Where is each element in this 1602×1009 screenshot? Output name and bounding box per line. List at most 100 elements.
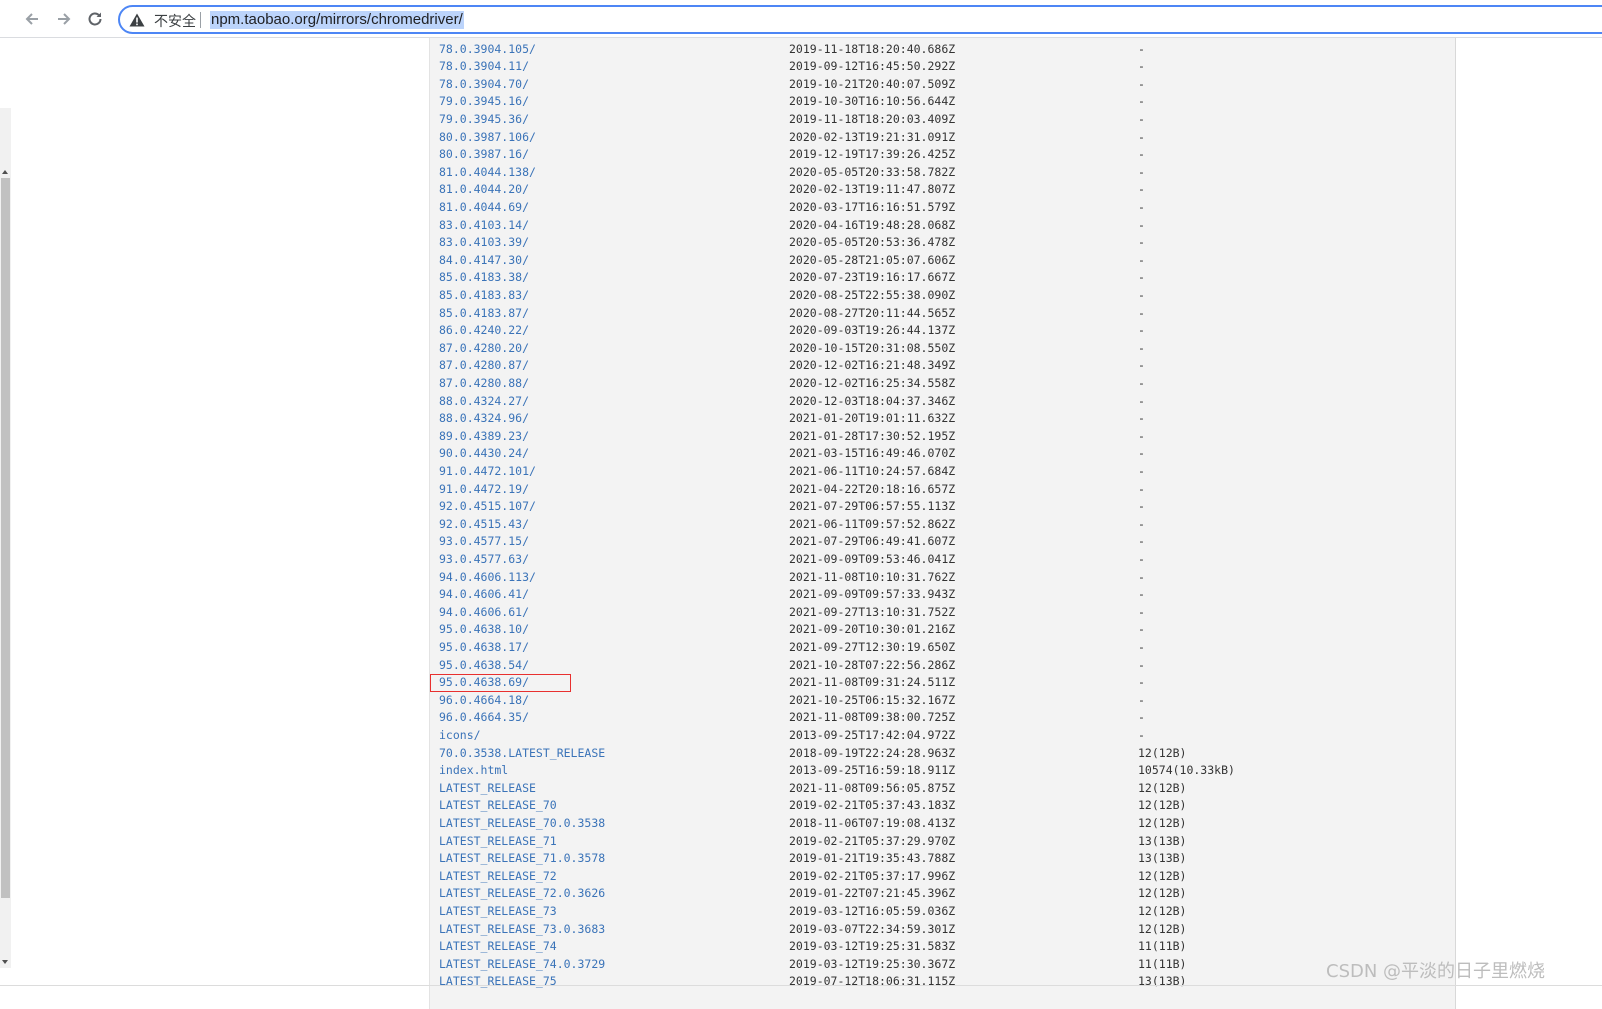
table-row: LATEST_RELEASE_75 2019-07-12T18:06:31.115… bbox=[430, 973, 1455, 991]
forward-button[interactable] bbox=[51, 6, 77, 32]
security-label[interactable]: 不安全 bbox=[154, 11, 196, 31]
file-link[interactable]: LATEST_RELEASE_70 bbox=[439, 797, 557, 815]
file-link[interactable]: 70.0.3538.LATEST_RELEASE bbox=[439, 745, 605, 763]
scrollbar[interactable] bbox=[0, 108, 11, 968]
back-button[interactable] bbox=[19, 6, 45, 32]
modified-date: 2020-03-17T16:16:51.579Z bbox=[789, 199, 956, 214]
file-link[interactable]: 78.0.3904.11/ bbox=[439, 58, 529, 76]
reload-icon bbox=[88, 12, 102, 26]
table-row: 79.0.3945.36/2019-11-18T18:20:03.409Z - bbox=[430, 111, 1455, 129]
file-size: - bbox=[1138, 393, 1145, 408]
file-link[interactable]: 89.0.4389.23/ bbox=[439, 428, 529, 446]
address-bar[interactable]: 不安全 npm.taobao.org/mirrors/chromedriver/ bbox=[118, 5, 1602, 34]
warning-icon[interactable] bbox=[129, 13, 145, 27]
file-link[interactable]: 95.0.4638.17/ bbox=[439, 639, 529, 657]
table-row: 95.0.4638.17/2021-09-27T12:30:19.650Z - bbox=[430, 639, 1455, 657]
scroll-up-arrow-icon[interactable] bbox=[2, 170, 8, 174]
table-row: 84.0.4147.30/2020-05-28T21:05:07.606Z - bbox=[430, 252, 1455, 270]
file-link[interactable]: 83.0.4103.39/ bbox=[439, 234, 529, 252]
file-link[interactable]: 85.0.4183.38/ bbox=[439, 269, 529, 287]
table-row: 78.0.3904.11/2019-09-12T16:45:50.292Z - bbox=[430, 58, 1455, 76]
file-link[interactable]: LATEST_RELEASE_70.0.3538 bbox=[439, 815, 605, 833]
table-row: LATEST_RELEASE_72.0.3626 2019-01-22T07:21… bbox=[430, 885, 1455, 903]
file-size: - bbox=[1138, 111, 1145, 126]
file-link[interactable]: 78.0.3904.105/ bbox=[439, 41, 536, 59]
file-link[interactable]: 88.0.4324.27/ bbox=[439, 393, 529, 411]
table-row: 78.0.3904.70/2019-10-21T20:40:07.509Z - bbox=[430, 76, 1455, 94]
file-size: - bbox=[1138, 182, 1145, 197]
file-link[interactable]: LATEST_RELEASE_75 bbox=[439, 973, 557, 991]
file-size: - bbox=[1138, 147, 1145, 162]
file-link[interactable]: LATEST_RELEASE_72 bbox=[439, 868, 557, 886]
file-link[interactable]: 91.0.4472.19/ bbox=[439, 481, 529, 499]
file-link[interactable]: 78.0.3904.70/ bbox=[439, 76, 529, 94]
table-row: 70.0.3538.LATEST_RELEASE 2018-09-19T22:24… bbox=[430, 745, 1455, 763]
file-link[interactable]: LATEST_RELEASE_73 bbox=[439, 903, 557, 921]
file-link[interactable]: 87.0.4280.87/ bbox=[439, 357, 529, 375]
file-link[interactable]: LATEST_RELEASE_73.0.3683 bbox=[439, 921, 605, 939]
modified-date: 2021-11-08T09:56:05.875Z bbox=[789, 780, 956, 795]
file-size: - bbox=[1138, 199, 1145, 214]
modified-date: 2021-11-08T10:10:31.762Z bbox=[789, 569, 956, 584]
file-link[interactable]: 93.0.4577.63/ bbox=[439, 551, 529, 569]
file-link[interactable]: index.html bbox=[439, 762, 508, 780]
file-link[interactable]: 85.0.4183.83/ bbox=[439, 287, 529, 305]
scrollbar-thumb[interactable] bbox=[1, 178, 10, 898]
reload-button[interactable] bbox=[82, 6, 108, 32]
file-link[interactable]: LATEST_RELEASE bbox=[439, 780, 536, 798]
file-link[interactable]: 91.0.4472.101/ bbox=[439, 463, 536, 481]
table-row: 88.0.4324.96/2021-01-20T19:01:11.632Z - bbox=[430, 410, 1455, 428]
file-link[interactable]: 92.0.4515.107/ bbox=[439, 498, 536, 516]
scroll-down-arrow-icon[interactable] bbox=[2, 960, 8, 964]
file-link[interactable]: 93.0.4577.15/ bbox=[439, 533, 529, 551]
file-size: - bbox=[1138, 551, 1145, 566]
file-link[interactable]: 94.0.4606.61/ bbox=[439, 604, 529, 622]
file-link[interactable]: 86.0.4240.22/ bbox=[439, 322, 529, 340]
file-link[interactable]: 79.0.3945.36/ bbox=[439, 111, 529, 129]
table-row: LATEST_RELEASE_74 2019-03-12T19:25:31.583… bbox=[430, 938, 1455, 956]
table-row: LATEST_RELEASE_74.0.3729 2019-03-12T19:25… bbox=[430, 956, 1455, 974]
modified-date: 2021-07-29T06:49:41.607Z bbox=[789, 534, 956, 549]
file-link[interactable]: 96.0.4664.18/ bbox=[439, 692, 529, 710]
file-link[interactable]: 80.0.3987.106/ bbox=[439, 129, 536, 147]
file-link[interactable]: LATEST_RELEASE_71 bbox=[439, 833, 557, 851]
file-link[interactable]: 92.0.4515.43/ bbox=[439, 516, 529, 534]
file-link[interactable]: LATEST_RELEASE_74.0.3729 bbox=[439, 956, 605, 974]
file-link[interactable]: 81.0.4044.20/ bbox=[439, 181, 529, 199]
file-link[interactable]: 95.0.4638.69/ bbox=[439, 674, 529, 692]
file-link[interactable]: 96.0.4664.35/ bbox=[439, 709, 529, 727]
file-link[interactable]: LATEST_RELEASE_72.0.3626 bbox=[439, 885, 605, 903]
file-link[interactable]: 87.0.4280.20/ bbox=[439, 340, 529, 358]
url-text[interactable]: npm.taobao.org/mirrors/chromedriver/ bbox=[210, 11, 464, 29]
file-link[interactable]: 81.0.4044.138/ bbox=[439, 164, 536, 182]
file-link[interactable]: 79.0.3945.16/ bbox=[439, 93, 529, 111]
file-size: - bbox=[1138, 639, 1145, 654]
file-size: - bbox=[1138, 270, 1145, 285]
file-size: - bbox=[1138, 622, 1145, 637]
arrow-left-icon bbox=[25, 13, 38, 25]
file-link[interactable]: 90.0.4430.24/ bbox=[439, 445, 529, 463]
file-link[interactable]: 85.0.4183.87/ bbox=[439, 305, 529, 323]
table-row: index.html 2013-09-25T16:59:18.911Z 10574(… bbox=[430, 762, 1455, 780]
file-link[interactable]: 87.0.4280.88/ bbox=[439, 375, 529, 393]
file-link[interactable]: 88.0.4324.96/ bbox=[439, 410, 529, 428]
file-size: - bbox=[1138, 675, 1145, 690]
table-row: 78.0.3904.105/2019-11-18T18:20:40.686Z - bbox=[430, 41, 1455, 59]
file-size: 12(12B) bbox=[1138, 886, 1187, 901]
modified-date: 2020-12-02T16:21:48.349Z bbox=[789, 358, 956, 373]
file-link[interactable]: LATEST_RELEASE_71.0.3578 bbox=[439, 850, 605, 868]
file-link[interactable]: LATEST_RELEASE_74 bbox=[439, 938, 557, 956]
file-link[interactable]: icons/ bbox=[439, 727, 481, 745]
file-link[interactable]: 94.0.4606.113/ bbox=[439, 569, 536, 587]
table-row: 87.0.4280.88/2020-12-02T16:25:34.558Z - bbox=[430, 375, 1455, 393]
file-link[interactable]: 95.0.4638.54/ bbox=[439, 657, 529, 675]
file-link[interactable]: 83.0.4103.14/ bbox=[439, 217, 529, 235]
file-link[interactable]: 95.0.4638.10/ bbox=[439, 621, 529, 639]
modified-date: 2021-09-27T13:10:31.752Z bbox=[789, 604, 956, 619]
modified-date: 2021-09-27T12:30:19.650Z bbox=[789, 639, 956, 654]
file-link[interactable]: 81.0.4044.69/ bbox=[439, 199, 529, 217]
file-size: 12(12B) bbox=[1138, 921, 1187, 936]
file-link[interactable]: 94.0.4606.41/ bbox=[439, 586, 529, 604]
file-link[interactable]: 84.0.4147.30/ bbox=[439, 252, 529, 270]
file-link[interactable]: 80.0.3987.16/ bbox=[439, 146, 529, 164]
